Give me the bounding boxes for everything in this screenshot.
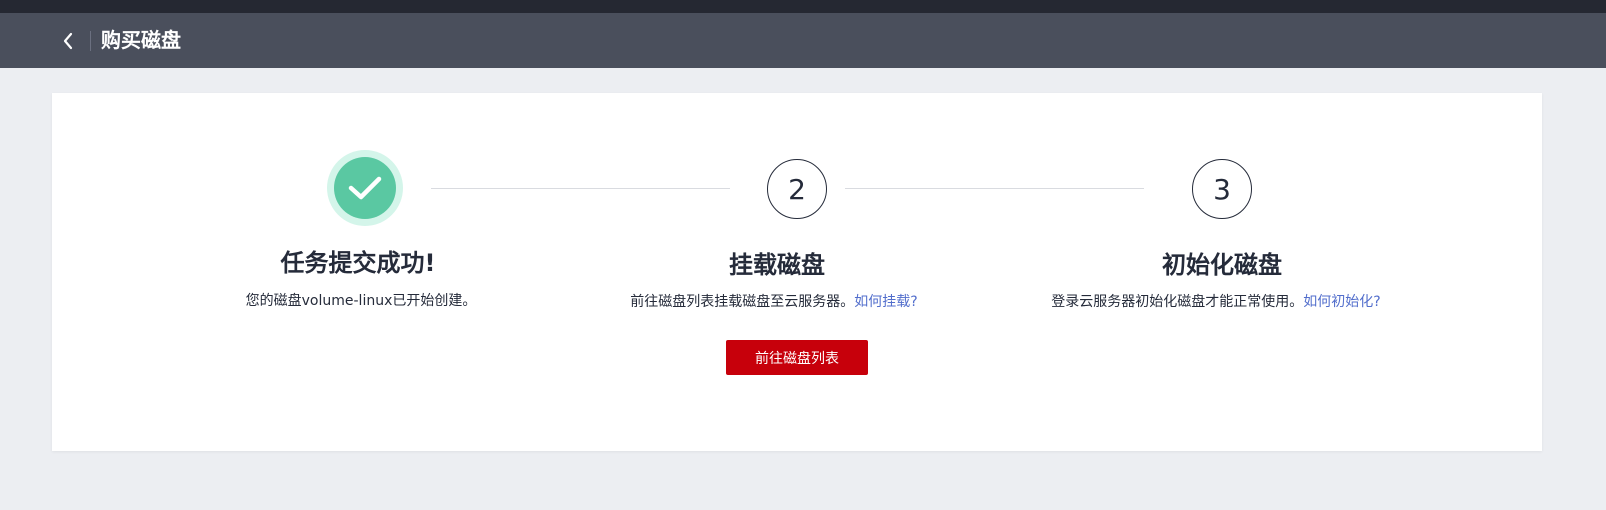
page-title: 购买磁盘 xyxy=(101,28,181,52)
page-header: 购买磁盘 xyxy=(0,13,1606,68)
go-to-disk-list-button[interactable]: 前往磁盘列表 xyxy=(726,340,868,375)
how-to-initialize-link[interactable]: 如何初始化? xyxy=(1303,294,1380,310)
step-1-description: 您的磁盘volume-linux已开始创建。 xyxy=(245,293,477,309)
how-to-attach-link[interactable]: 如何挂载? xyxy=(854,294,917,310)
back-button[interactable] xyxy=(54,27,82,55)
top-bar xyxy=(0,0,1606,13)
header-divider xyxy=(90,31,91,51)
step-3-indicator: 3 xyxy=(1192,159,1252,219)
step-connector-1 xyxy=(431,188,730,189)
step-1-title: 任务提交成功! xyxy=(280,249,436,277)
check-icon xyxy=(348,176,382,200)
step-3-description-row: 登录云服务器初始化磁盘才能正常使用。如何初始化? xyxy=(1051,291,1380,311)
step-3-title: 初始化磁盘 xyxy=(1162,251,1282,279)
step-3-description: 登录云服务器初始化磁盘才能正常使用。 xyxy=(1051,294,1304,310)
step-2-indicator: 2 xyxy=(767,159,827,219)
chevron-left-icon xyxy=(63,32,73,50)
step-1-success-indicator xyxy=(327,150,403,226)
step-connector-2 xyxy=(845,188,1144,189)
step-2-description: 前往磁盘列表挂载磁盘至云服务器。 xyxy=(630,294,855,310)
step-2-title: 挂载磁盘 xyxy=(729,251,825,279)
result-card: 任务提交成功! 您的磁盘volume-linux已开始创建。 2 挂载磁盘 前往… xyxy=(52,93,1542,451)
step-2-description-row: 前往磁盘列表挂载磁盘至云服务器。如何挂载? xyxy=(630,291,917,311)
success-circle xyxy=(334,157,396,219)
